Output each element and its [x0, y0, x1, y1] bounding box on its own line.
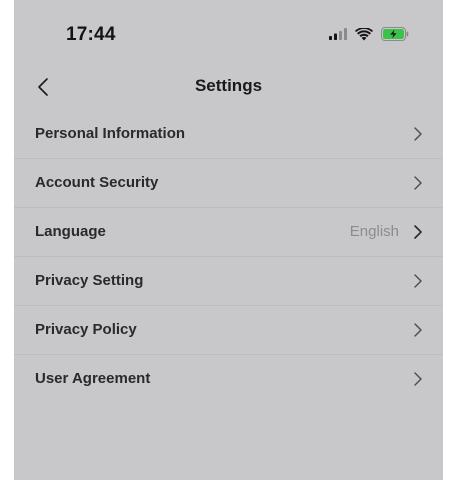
settings-row-account-security[interactable]: Account Security [14, 159, 443, 208]
settings-row-user-agreement[interactable]: User Agreement [14, 355, 443, 403]
status-time: 17:44 [66, 24, 116, 45]
page-title: Settings [194, 76, 263, 95]
signal-icon [329, 28, 347, 40]
status-bar: 17:44 [14, 0, 443, 60]
status-icons [329, 26, 409, 42]
chevron-right-icon [414, 176, 422, 190]
wifi-icon [355, 27, 373, 40]
settings-row-privacy-policy[interactable]: Privacy Policy [14, 306, 443, 355]
language-value: English [349, 223, 399, 240]
row-label: Privacy Policy [35, 321, 137, 338]
settings-row-privacy-setting[interactable]: Privacy Setting [14, 257, 443, 306]
chevron-right-icon [414, 225, 422, 239]
settings-screen: 17:44 Settings Personal Information Acco… [14, 0, 443, 480]
battery-charging-icon [381, 27, 409, 41]
row-label: User Agreement [35, 370, 151, 387]
chevron-right-icon [414, 274, 422, 288]
settings-list: Personal Information Account Security La… [14, 110, 443, 403]
row-label: Account Security [35, 174, 159, 191]
chevron-right-icon [414, 372, 422, 386]
chevron-right-icon [414, 323, 422, 337]
chevron-right-icon [414, 127, 422, 141]
row-label: Personal Information [35, 125, 186, 142]
row-label: Language [35, 223, 106, 240]
settings-row-personal-information[interactable]: Personal Information [14, 110, 443, 159]
navigation-bar: Settings [14, 66, 443, 110]
settings-row-language[interactable]: Language English [14, 208, 443, 257]
row-label: Privacy Setting [35, 272, 144, 289]
